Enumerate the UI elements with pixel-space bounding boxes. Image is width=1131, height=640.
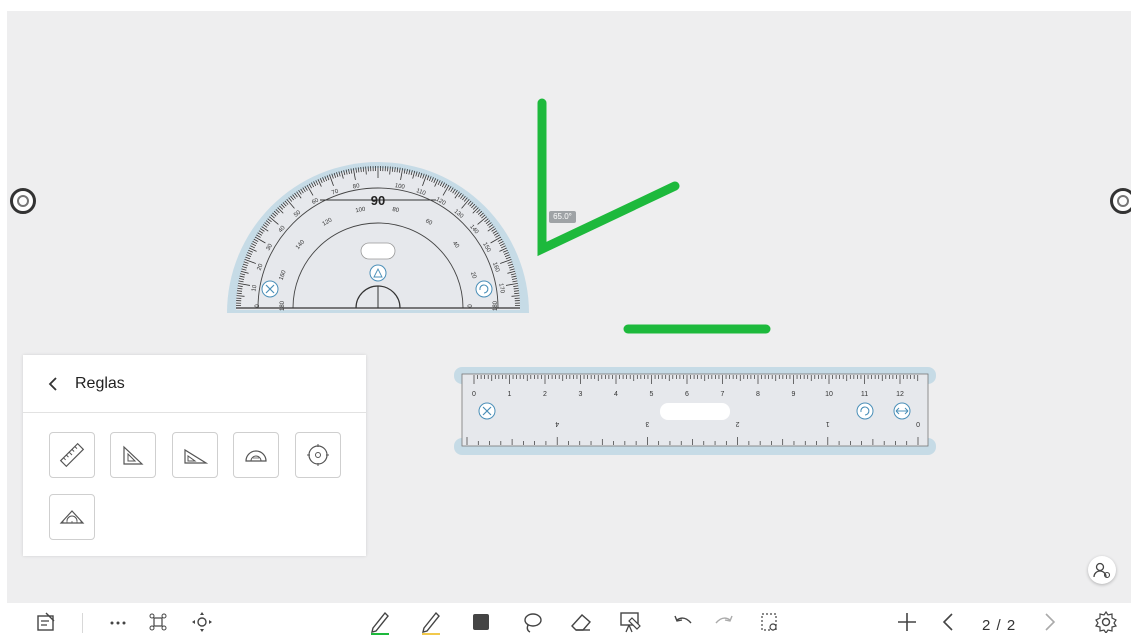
back-button[interactable] xyxy=(43,374,63,394)
protractor-angle-button[interactable] xyxy=(369,264,387,282)
ruler-cm-label: 12 xyxy=(896,391,904,398)
notes-icon xyxy=(37,612,55,631)
angle-readout: 65.0° xyxy=(549,211,576,223)
ruler-drag-handle[interactable] xyxy=(660,403,730,420)
protractor-rotate-button[interactable] xyxy=(475,280,493,298)
screenshot-icon xyxy=(761,613,777,631)
user-switch-button[interactable] xyxy=(1088,556,1116,584)
page-indicator: 2 / 2 xyxy=(982,617,1017,634)
ruler-tool-button[interactable] xyxy=(49,432,95,478)
pen-button[interactable] xyxy=(367,609,393,635)
protractor-icon xyxy=(245,450,267,462)
ruler-cm-label: 7 xyxy=(721,391,725,398)
protractor-end-label: 180 xyxy=(280,300,286,311)
eraser-icon xyxy=(571,614,591,631)
next-page-icon xyxy=(1045,613,1056,631)
notes-button[interactable] xyxy=(33,609,59,635)
prev-page-icon xyxy=(942,613,953,631)
triangle-ruler-icon xyxy=(59,510,85,524)
toolbar-divider xyxy=(82,613,83,633)
undo-button[interactable] xyxy=(670,609,696,635)
prev-page-button[interactable] xyxy=(935,609,961,635)
triangle-ruler-button[interactable] xyxy=(49,494,95,540)
ruler-inch-label: 1 xyxy=(826,420,830,427)
add-page-button[interactable] xyxy=(894,609,920,635)
ruler-cm-label: 6 xyxy=(685,391,689,398)
protractor-tool-button[interactable] xyxy=(233,432,279,478)
set-square-45-button[interactable] xyxy=(110,432,156,478)
add-page-icon xyxy=(898,613,916,631)
group-icon xyxy=(149,613,167,631)
compass-tool-button[interactable] xyxy=(295,432,341,478)
more-button[interactable] xyxy=(105,609,131,635)
panel-header: Reglas xyxy=(23,355,366,413)
lasso-icon xyxy=(524,613,542,633)
set-square-30-button[interactable] xyxy=(172,432,218,478)
ruler-tool[interactable]: 0 1 2 3 4 5 6 7 8 9 10 11 124 3 2 1 0 xyxy=(454,367,936,455)
protractor-drag-handle[interactable] xyxy=(360,242,396,260)
set-square-45-icon xyxy=(123,445,144,465)
protractor-center-label: 90 xyxy=(371,193,385,208)
ruler-cm-label: 0 xyxy=(472,391,476,398)
settings-icon xyxy=(1095,611,1117,633)
ruler-cm-label: 3 xyxy=(579,391,583,398)
ruler-cm-label: 5 xyxy=(650,391,654,398)
redo-button[interactable] xyxy=(711,609,737,635)
eraser-button[interactable] xyxy=(568,609,594,635)
next-page-button[interactable] xyxy=(1037,609,1063,635)
settings-button[interactable] xyxy=(1093,609,1119,635)
compass-icon xyxy=(307,444,329,466)
undo-icon xyxy=(674,615,692,624)
protractor-tool[interactable]: 1020304050607080 100110120130140150160170… xyxy=(227,162,529,313)
ruler-cm-label: 8 xyxy=(756,391,760,398)
angle-stroke xyxy=(537,98,680,257)
move-icon xyxy=(192,612,212,632)
pen-icon xyxy=(371,611,389,635)
ruler-cm-label: 11 xyxy=(861,391,868,398)
rulers-panel: Reglas xyxy=(23,355,366,556)
bottom-toolbar xyxy=(0,603,1131,640)
protractor-end-label: 180 xyxy=(493,300,499,311)
highlighter-button[interactable] xyxy=(418,609,444,635)
chevron-left-icon xyxy=(48,376,57,391)
lasso-button[interactable] xyxy=(519,609,545,635)
set-square-30-icon xyxy=(184,448,208,464)
ruler-cm-label: 4 xyxy=(614,391,618,398)
ruler-rotate-button[interactable] xyxy=(856,402,874,420)
ruler-icon xyxy=(59,442,85,468)
ruler-inch-label: 0 xyxy=(916,420,920,427)
clear-screen-icon xyxy=(620,612,641,633)
ruler-inch-label: 2 xyxy=(736,420,740,427)
ruler-cm-label: 10 xyxy=(825,391,833,398)
move-button[interactable] xyxy=(189,609,215,635)
panel-title: Reglas xyxy=(75,374,125,392)
highlighter-icon xyxy=(422,611,440,635)
more-icon xyxy=(110,621,126,625)
shape-button[interactable] xyxy=(468,609,494,635)
ruler-cm-label: 9 xyxy=(792,391,796,398)
ruler-inch-label: 4 xyxy=(555,420,559,427)
redo-icon xyxy=(715,615,733,624)
ruler-cm-label: 2 xyxy=(543,391,547,398)
screenshot-button[interactable] xyxy=(756,609,782,635)
group-button[interactable] xyxy=(145,609,171,635)
shape-icon xyxy=(473,614,489,630)
ruler-inch-label: 3 xyxy=(645,420,649,427)
ruler-cm-label: 1 xyxy=(508,391,512,398)
clear-screen-button[interactable] xyxy=(618,609,644,635)
user-icon xyxy=(1093,562,1111,579)
